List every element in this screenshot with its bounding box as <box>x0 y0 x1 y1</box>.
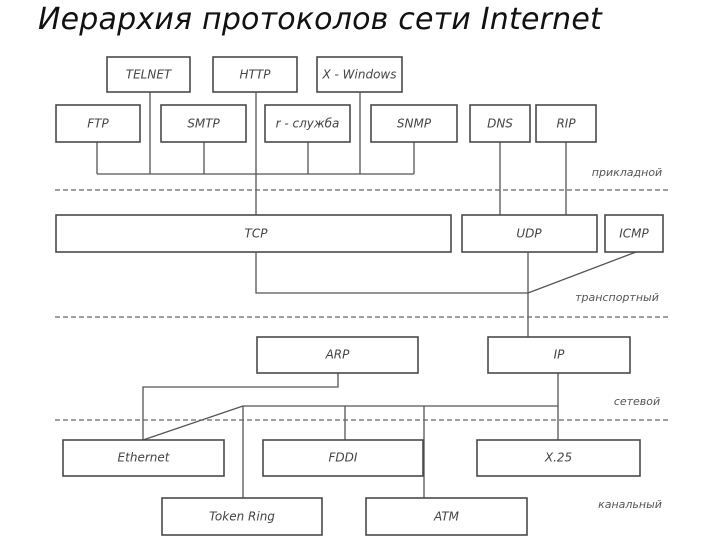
connector-ip-bus <box>243 373 559 407</box>
protocol-label: IP <box>554 348 566 362</box>
protocol-box-snmp: SNMP <box>370 104 458 143</box>
layer-label-network: сетевой <box>614 395 660 408</box>
protocol-label: SNMP <box>397 117 432 131</box>
protocol-label: X.25 <box>544 451 572 465</box>
protocol-hierarchy-diagram: прикладной транспортный сетевой канальны… <box>55 56 668 536</box>
protocol-box-ftp: FTP <box>55 104 141 143</box>
layer-label-link: канальный <box>598 498 662 511</box>
protocol-label: Token Ring <box>209 510 275 524</box>
protocol-label: UDP <box>516 227 542 241</box>
protocol-box-icmp: ICMP <box>604 214 664 253</box>
protocol-label: TELNET <box>126 68 173 82</box>
protocol-box-ethernet: Ethernet <box>62 439 225 477</box>
protocol-label: X - Windows <box>321 68 396 82</box>
protocol-label: ATM <box>433 510 460 524</box>
protocol-label: HTTP <box>240 68 272 82</box>
protocol-box-atm: ATM <box>365 497 528 536</box>
protocol-label: FDDI <box>329 451 358 465</box>
protocol-box-tokenring: Token Ring <box>161 497 323 536</box>
protocol-label: Ethernet <box>118 451 171 465</box>
protocol-label: ARP <box>325 348 351 362</box>
protocol-label: ICMP <box>619 227 649 241</box>
protocol-box-rip: RIP <box>535 104 597 143</box>
protocol-box-tcp: TCP <box>55 214 452 253</box>
protocol-label: SMTP <box>187 117 220 131</box>
protocol-box-xwindows: X - Windows <box>316 56 403 93</box>
layer-label-application: прикладной <box>592 166 662 179</box>
protocol-label: r - служба <box>276 117 340 131</box>
protocol-box-x25: X.25 <box>476 439 641 477</box>
protocol-label: RIP <box>556 117 576 131</box>
protocol-box-arp: ARP <box>256 336 419 374</box>
protocol-label: DNS <box>487 117 513 131</box>
protocol-box-ip: IP <box>487 336 631 374</box>
protocol-box-rservice: r - служба <box>264 104 351 143</box>
connector-icmp-ip <box>527 251 637 294</box>
protocol-box-dns: DNS <box>469 104 531 143</box>
protocol-box-smtp: SMTP <box>160 104 247 143</box>
protocol-label: FTP <box>87 117 109 131</box>
protocol-box-fddi: FDDI <box>262 439 424 477</box>
protocol-box-udp: UDP <box>461 214 598 253</box>
protocol-box-http: HTTP <box>212 56 298 93</box>
connector-ip-ethernet <box>142 405 244 441</box>
network-connectors <box>142 373 559 498</box>
protocol-label: TCP <box>245 227 269 241</box>
connector-tcp-ip <box>255 252 528 294</box>
protocol-box-telnet: TELNET <box>106 56 191 93</box>
layer-label-transport: транспортный <box>575 291 659 304</box>
